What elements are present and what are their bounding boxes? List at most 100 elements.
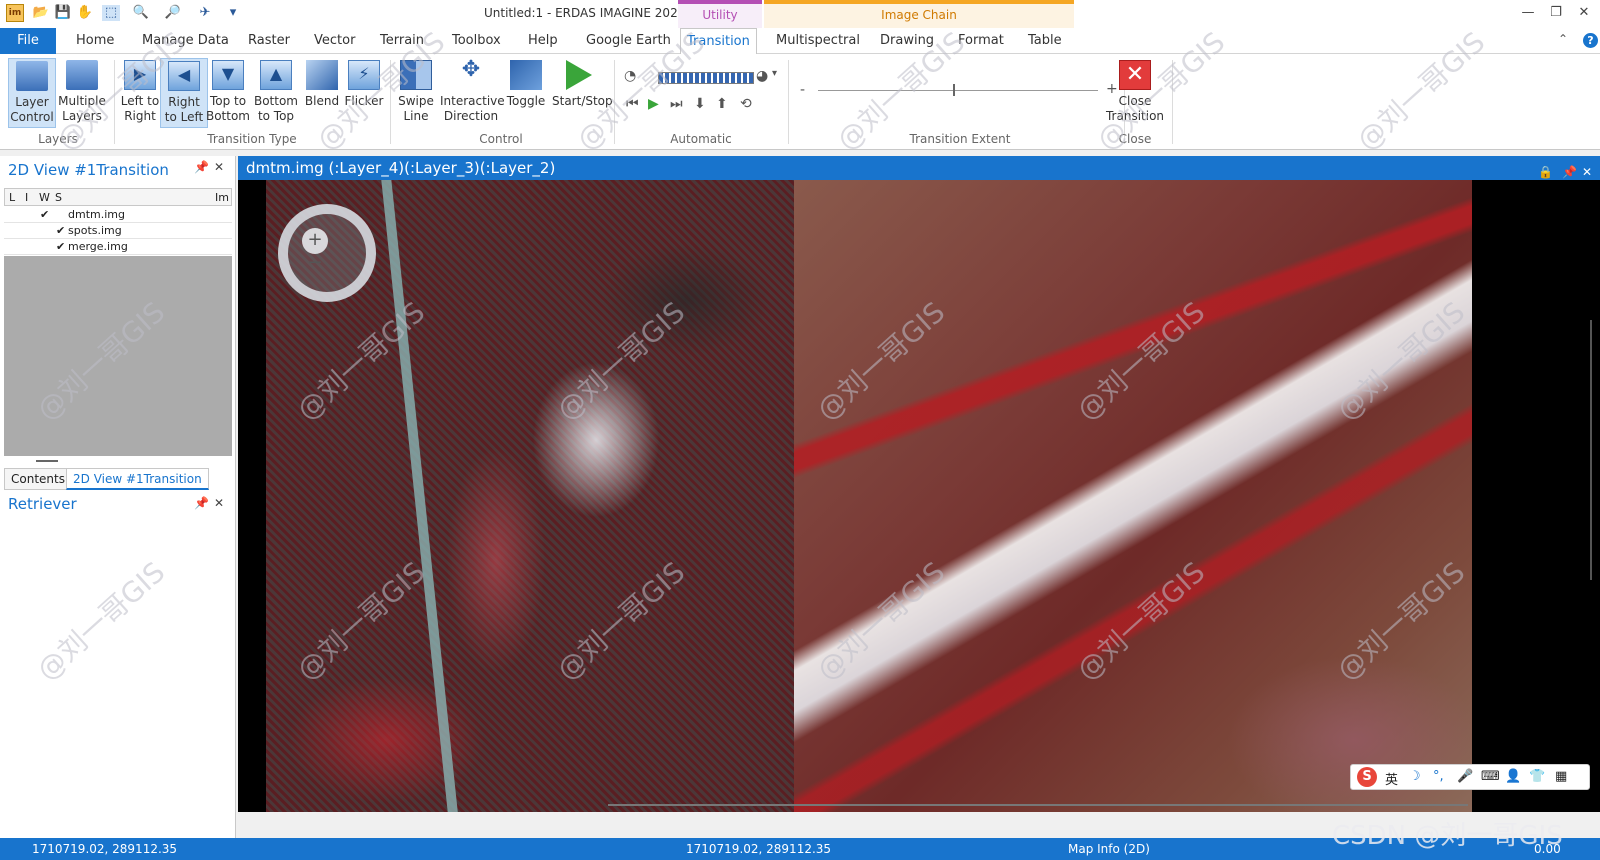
fast-speed-icon[interactable]: ◕ [756, 68, 768, 84]
tab-terrain[interactable]: Terrain [374, 28, 430, 54]
extent-minus-icon[interactable]: - [800, 82, 805, 98]
tab-vector[interactable]: Vector [308, 28, 361, 54]
group-label-transition-type: Transition Type [207, 132, 297, 146]
help-icon[interactable]: ? [1583, 33, 1598, 48]
raster-image-dmtm[interactable]: + − [266, 180, 794, 812]
arrow-left-icon: ◀ [168, 61, 200, 91]
last-frame-icon[interactable]: ⏭ [670, 96, 683, 112]
map-viewer[interactable]: + − [238, 180, 1600, 812]
multiple-layers-button[interactable]: Multiple Layers [58, 58, 106, 128]
minimize-button[interactable]: — [1516, 5, 1540, 23]
toggle-button[interactable]: Toggle [502, 58, 550, 128]
tab-raster[interactable]: Raster [242, 28, 296, 54]
tab-google-earth[interactable]: Google Earth [580, 28, 677, 54]
close-panel-icon[interactable]: ✕ [214, 160, 224, 174]
zoom-in-icon[interactable]: 🔍 [132, 5, 150, 21]
layer-row-dmtm[interactable]: ✔ dmtm.img [4, 207, 232, 223]
left-to-right-button[interactable]: ▶ Left to Right [116, 58, 164, 128]
slow-speed-icon[interactable]: ◔ [624, 68, 636, 84]
first-frame-icon[interactable]: ⏮ [626, 96, 639, 112]
splitter-handle[interactable] [36, 460, 58, 462]
close-window-button[interactable]: ✕ [1572, 5, 1596, 23]
raster-image-spots[interactable] [794, 180, 1472, 812]
open-folder-icon[interactable]: 📂 [32, 5, 50, 21]
collapse-ribbon-icon[interactable]: ⌃ [1558, 32, 1568, 46]
tab-help[interactable]: Help [522, 28, 564, 54]
top-to-bottom-button[interactable]: ▼ Top to Bottom [204, 58, 252, 128]
blend-button[interactable]: Blend [298, 58, 346, 128]
start-stop-button[interactable]: Start/Stop [552, 58, 613, 128]
play-auto-icon[interactable]: ▶ [648, 96, 659, 112]
tab-2d-view-transition[interactable]: 2D View #1Transition [66, 468, 209, 490]
layer-name: spots.img [68, 224, 122, 237]
context-tab-image-chain[interactable]: Image Chain [764, 0, 1074, 28]
tab-manage-data[interactable]: Manage Data [136, 28, 235, 54]
save-icon[interactable]: 💾 [54, 5, 72, 21]
toolbox-grid-icon[interactable]: ▦ [1555, 769, 1567, 784]
app-logo-icon[interactable]: im [6, 4, 24, 22]
tab-toolbox[interactable]: Toolbox [446, 28, 507, 54]
user-icon[interactable]: 👤 [1505, 769, 1521, 784]
arrow-right-icon: ▶ [124, 60, 156, 90]
layer-row-spots[interactable]: ✔ spots.img [4, 223, 232, 239]
visibility-check-icon[interactable]: ✔ [56, 224, 65, 237]
layer-control-button[interactable]: Layer Control [8, 58, 56, 128]
step-down-icon[interactable]: ⬇ [694, 96, 706, 112]
interactive-direction-button[interactable]: ✥ Interactive Direction [440, 58, 505, 128]
fly-icon[interactable]: ✈ [196, 5, 214, 21]
status-coordinates: 1710719.02, 289112.35 [686, 842, 832, 856]
microphone-icon[interactable]: 🎤 [1457, 769, 1473, 784]
tab-file[interactable]: File [0, 28, 56, 54]
tab-home[interactable]: Home [70, 28, 120, 54]
close-transition-button[interactable]: ✕ Close Transition [1104, 58, 1166, 128]
pin-icon[interactable]: 📌 [194, 160, 209, 174]
moon-icon[interactable]: ☽ [1409, 769, 1421, 784]
ime-toolbar[interactable]: S 英 ☽ °, 🎤 ⌨ 👤 👕 ▦ [1350, 764, 1590, 790]
keyboard-icon[interactable]: ⌨ [1481, 769, 1500, 784]
navigation-wheel[interactable] [278, 204, 376, 302]
bottom-to-top-button[interactable]: ▲ Bottom to Top [252, 58, 300, 128]
visibility-check-icon[interactable]: ✔ [40, 208, 49, 221]
tab-multispectral[interactable]: Multispectral [770, 28, 866, 54]
visibility-check-icon[interactable]: ✔ [56, 240, 65, 253]
close-panel-icon[interactable]: ✕ [214, 496, 224, 510]
select-pointer-icon[interactable]: ⬚ [102, 5, 120, 21]
group-label-layers: Layers [38, 132, 78, 146]
loop-icon[interactable]: ⟲ [740, 96, 752, 112]
button-label: Left to [120, 94, 160, 108]
zoom-out-icon[interactable]: 🔎 [164, 5, 182, 21]
tab-transition[interactable]: Transition [680, 28, 757, 55]
toggle-icon [510, 60, 542, 90]
sogou-logo-icon[interactable]: S [1357, 767, 1377, 787]
arrow-up-icon: ▲ [260, 60, 292, 90]
skin-icon[interactable]: 👕 [1529, 769, 1545, 784]
restore-button[interactable]: ❐ [1544, 5, 1568, 23]
vertical-scrollbar[interactable] [1590, 320, 1592, 580]
customize-quick-access-icon[interactable]: ▾ [224, 5, 242, 21]
pan-hand-icon[interactable]: ✋ [76, 5, 94, 21]
speed-slider[interactable] [658, 72, 754, 84]
ime-language-toggle[interactable]: 英 [1385, 769, 1398, 788]
button-label: Line [403, 109, 429, 123]
punctuation-icon[interactable]: °, [1433, 769, 1444, 784]
tab-format[interactable]: Format [952, 28, 1010, 54]
pin-icon[interactable]: 📌 [194, 496, 209, 510]
flicker-button[interactable]: ⚡ Flicker [340, 58, 388, 128]
status-map-info[interactable]: Map Info (2D) [1068, 838, 1150, 860]
swipe-line-button[interactable]: Swipe Line [392, 58, 440, 128]
blend-icon [306, 60, 338, 90]
tab-drawing[interactable]: Drawing [874, 28, 940, 54]
zoom-in-button[interactable]: + [302, 228, 328, 254]
zoom-out-button[interactable]: − [302, 254, 328, 274]
tab-contents[interactable]: Contents [4, 468, 72, 490]
speed-dropdown-icon[interactable]: ▾ [772, 68, 777, 79]
step-up-icon[interactable]: ⬆ [716, 96, 728, 112]
extent-slider-thumb[interactable] [953, 84, 955, 96]
layer-row-merge[interactable]: ✔ merge.img [4, 239, 232, 255]
transition-extent-slider[interactable] [818, 90, 1098, 91]
tab-table[interactable]: Table [1022, 28, 1068, 54]
right-to-left-button[interactable]: ◀ Right to Left [160, 58, 208, 128]
context-tab-utility[interactable]: Utility [678, 0, 762, 28]
button-label: Close [1118, 94, 1152, 108]
horizontal-scrollbar[interactable] [608, 804, 1468, 806]
